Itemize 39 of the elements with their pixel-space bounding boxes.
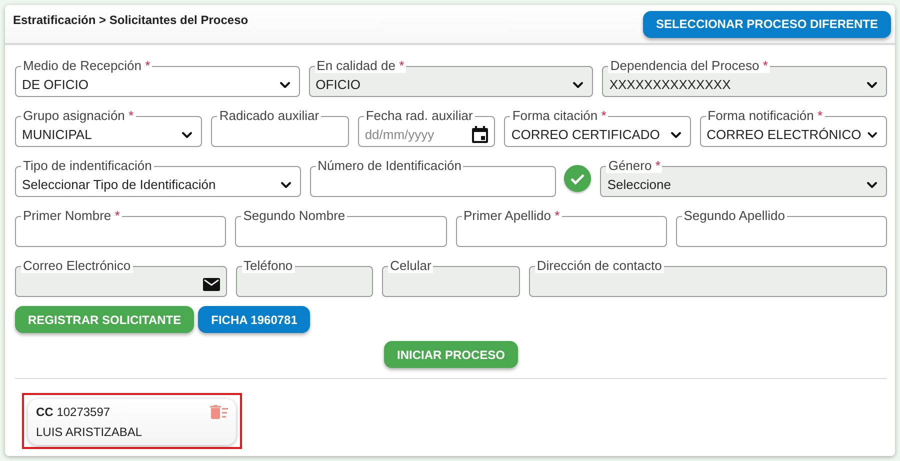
field-label: Medio de Recepción * — [21, 59, 152, 73]
text-field[interactable]: Segundo Nombre — [235, 209, 446, 247]
placeholder-text: dd/mm/yyyy — [364, 127, 436, 142]
dropdown-field[interactable]: Grupo asignación * MUNICIPAL — [15, 109, 202, 147]
field-label: Celular — [388, 259, 434, 273]
field-label: Forma notificación * — [706, 109, 825, 123]
text-field[interactable]: Primer Nombre * — [15, 209, 226, 247]
breadcrumb: Estratificación > Solicitantes del Proceso — [13, 13, 248, 27]
action-button[interactable]: FICHA 1960781 — [198, 306, 310, 333]
text-field[interactable]: Primer Apellido * — [456, 209, 667, 247]
dropdown-field[interactable]: Tipo de indentificación Seleccionar Tipo de Identificación — [15, 159, 301, 197]
applicant-name: LUIS ARISTIZABAL — [36, 425, 144, 439]
document-id: CC 10273597 — [36, 405, 112, 419]
field-label: Fecha rad. auxiliar — [364, 109, 475, 123]
field-label: Dependencia del Proceso * — [608, 59, 770, 73]
dropdown-field[interactable]: Forma citación * CORREO CERTIFICADO — [504, 109, 691, 147]
field-label: Dirección de contacto — [534, 259, 664, 273]
envelope-icon — [202, 278, 220, 291]
field-label: Tipo de indentificación — [21, 159, 154, 173]
dropdown-field[interactable]: Medio de Recepción * DE OFICIO — [15, 59, 300, 97]
field-label: Grupo asignación * — [21, 109, 136, 123]
text-field[interactable]: Número de Identificación — [310, 159, 556, 197]
field-label: Género * — [606, 159, 662, 173]
date-field[interactable]: Fecha rad. auxiliar dd/mm/yyyy — [358, 109, 496, 147]
field-label: Radicado auxiliar — [217, 109, 322, 123]
calendar-icon[interactable] — [472, 126, 488, 143]
text-field[interactable]: Segundo Apellido — [676, 209, 887, 247]
field-label: Primer Nombre * — [21, 209, 122, 223]
field-label: Forma citación * — [510, 109, 608, 123]
field-label: Número de Identificación — [316, 159, 464, 173]
field-label: En calidad de * — [314, 59, 406, 73]
field-label: Segundo Nombre — [241, 209, 348, 223]
field-label: Segundo Apellido — [682, 209, 787, 223]
text-field[interactable]: Radicado auxiliar — [211, 109, 349, 147]
select-process-button[interactable]: SELECCIONAR PROCESO DIFERENTE — [642, 10, 891, 38]
field-label: Correo Electrónico — [21, 259, 133, 273]
dropdown-field[interactable]: Forma notificación * CORREO ELECTRÓNICO — [700, 109, 887, 147]
field-label: Teléfono — [242, 259, 295, 273]
field-label: Primer Apellido * — [462, 209, 562, 223]
